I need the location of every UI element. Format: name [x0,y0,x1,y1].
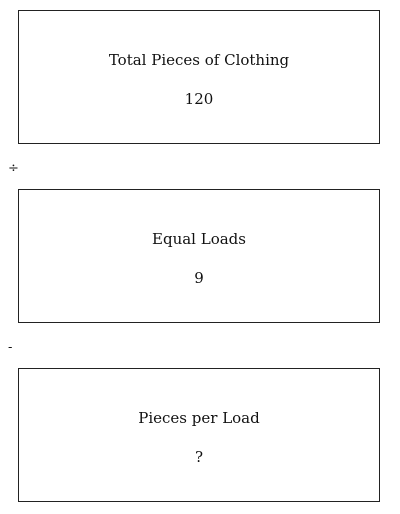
equal-loads-value: 9 [194,269,204,287]
equal-loads-label: Equal Loads [152,230,246,248]
total-clothing-value: 120 [184,90,214,108]
result-operator: - [8,340,13,355]
divide-operator: ÷ [8,161,19,176]
equal-loads-box: Equal Loads 9 [18,189,380,323]
pieces-per-load-label: Pieces per Load [138,409,260,427]
pieces-per-load-box: Pieces per Load ? [18,368,380,502]
pieces-per-load-value: ? [194,448,204,466]
total-clothing-label: Total Pieces of Clothing [108,51,290,69]
total-clothing-box: Total Pieces of Clothing 120 [18,10,380,144]
